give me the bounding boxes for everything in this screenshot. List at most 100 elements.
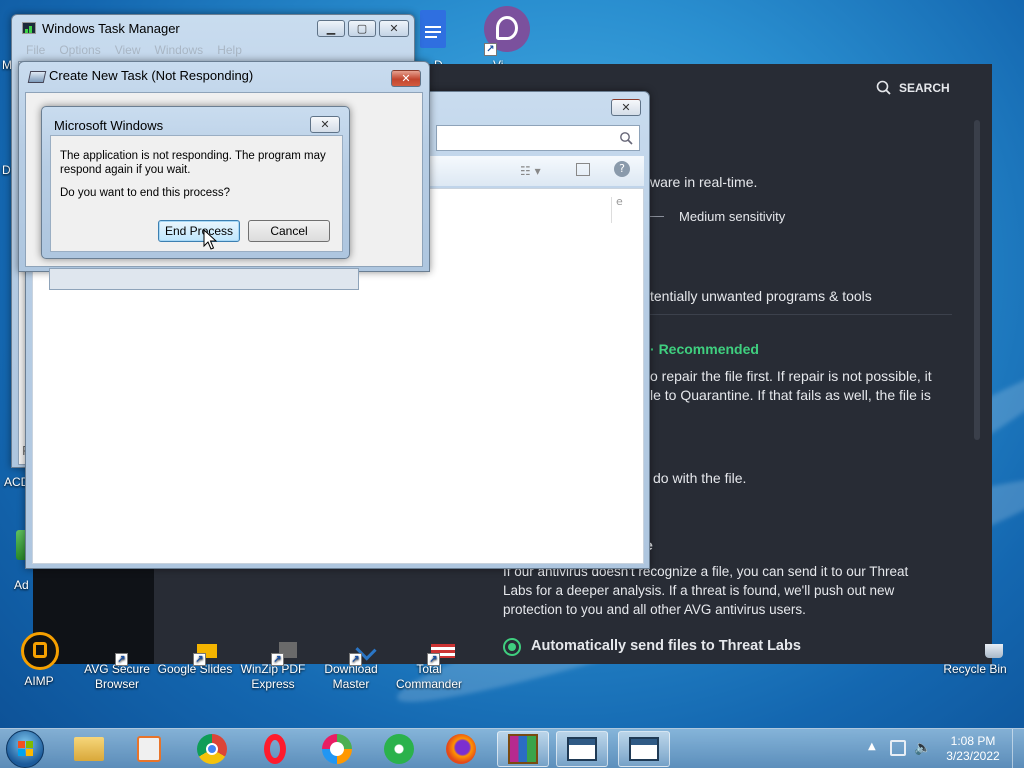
preview-pane-icon[interactable] — [576, 163, 590, 176]
repair-text-line2: le to Quarantine. If that fails as well,… — [650, 387, 931, 403]
clock-time: 1:08 PM — [950, 734, 996, 748]
download-master-icon: ↗ — [331, 639, 377, 666]
menu-view[interactable]: View — [115, 43, 141, 57]
explorer-close-button[interactable]: ✕ — [611, 99, 641, 116]
start-button[interactable] — [6, 730, 44, 768]
auto-send-radio[interactable] — [503, 638, 521, 656]
viber-icon[interactable]: ↗ — [482, 6, 532, 58]
dialog-message: The application is not responding. The p… — [60, 149, 326, 177]
dialog-title: Microsoft Windows — [54, 118, 164, 133]
taskbar-window-2[interactable] — [618, 731, 670, 767]
recycle-bin-label: Recycle Bin — [943, 662, 1007, 676]
sensitivity-slider-track[interactable] — [650, 216, 664, 217]
taskbar-media-player[interactable] — [123, 731, 175, 767]
search-icon — [876, 80, 891, 95]
taskbar-icq[interactable] — [373, 731, 425, 767]
avg-realtime-text: ware in real-time. — [650, 174, 758, 190]
close-button[interactable]: ✕ — [379, 20, 409, 37]
repair-text-line1: o repair the file first. If repair is no… — [650, 368, 932, 384]
desktop-icon-recycle-bin[interactable]: Recycle Bin — [933, 644, 1017, 677]
taskbar-avg-browser[interactable] — [311, 731, 363, 767]
menu-windows[interactable]: Windows — [155, 43, 204, 57]
explorer-toolbar: ☷ ▾ ? — [428, 156, 644, 186]
dialog-client: The application is not responding. The p… — [50, 135, 343, 252]
avg-scrollbar[interactable] — [974, 120, 980, 440]
view-options-icon[interactable]: ☷ ▾ — [520, 164, 541, 178]
avg-search-label: SEARCH — [899, 81, 950, 95]
desktop-icon-winzip-pdf-express[interactable]: ↗ WinZip PDF Express — [231, 642, 315, 692]
system-clock[interactable]: 1:08 PM 3/23/2022 — [940, 734, 1006, 764]
winrar-icon — [508, 734, 538, 764]
aimp-icon — [19, 632, 59, 672]
create-task-title: Create New Task (Not Responding) — [49, 68, 254, 83]
network-icon[interactable] — [890, 740, 906, 756]
taskbar-winrar[interactable] — [497, 731, 549, 767]
taskbar-explorer[interactable] — [63, 731, 115, 767]
explorer-search-box[interactable] — [436, 125, 640, 151]
winzip-pdf-express-label: WinZip PDF Express — [240, 662, 306, 691]
show-hidden-icons-button[interactable]: ▲ — [868, 741, 876, 752]
cancel-button[interactable]: Cancel — [248, 220, 330, 242]
download-master-label: Download Master — [324, 662, 378, 691]
menu-options[interactable]: Options — [59, 43, 100, 57]
taskbar-firefox[interactable] — [435, 731, 487, 767]
aimp-label: AIMP — [24, 674, 54, 688]
threat-labs-text-line2: Labs for a deeper analysis. If a threat … — [503, 583, 895, 598]
media-player-icon — [137, 736, 161, 762]
task-window-1-icon — [567, 737, 597, 761]
mouse-cursor-icon — [203, 229, 217, 250]
google-slides-icon: ↗ — [175, 644, 217, 666]
avg-secure-browser-label: AVG Secure Browser — [84, 662, 150, 691]
help-icon[interactable]: ? — [614, 161, 630, 177]
taskbar-window-1[interactable] — [556, 731, 608, 767]
taskbar-chrome[interactable] — [186, 731, 238, 767]
desktop-icon-aimp[interactable]: AIMP — [0, 632, 81, 689]
dialog-message-line2: respond again if you wait. — [60, 164, 191, 176]
run-icon — [27, 71, 47, 83]
volume-icon[interactable]: 🔈 — [914, 740, 931, 756]
menu-help[interactable]: Help — [217, 43, 242, 57]
menu-file[interactable]: File — [26, 43, 45, 57]
dialog-close-button[interactable]: ✕ — [310, 116, 340, 133]
explorer-partial-text: e — [616, 195, 623, 208]
avg-search-button[interactable]: SEARCH — [876, 80, 950, 96]
explorer-icon — [74, 737, 104, 761]
recommended-label: · Recommended — [650, 341, 759, 357]
total-commander-label: Total Commander — [395, 662, 463, 691]
firefox-icon — [446, 734, 476, 764]
taskbar-opera[interactable] — [249, 731, 301, 767]
end-process-button[interactable]: End Process — [158, 220, 240, 242]
dialog-question: Do you want to end this process? — [60, 187, 231, 199]
maximize-button[interactable]: ▢ — [348, 20, 376, 37]
clock-date: 3/23/2022 — [946, 749, 1000, 763]
recycle-bin-icon — [955, 644, 1003, 660]
auto-send-label[interactable]: Automatically send files to Threat Labs — [531, 638, 801, 654]
avg-browser-icon — [322, 734, 352, 764]
opera-icon — [264, 734, 286, 764]
icq-icon — [384, 734, 414, 764]
avg-browser-shortcut-icon: ↗ — [97, 646, 137, 666]
google-docs-icon[interactable] — [418, 10, 448, 54]
avg-pup-text: tentially unwanted programs & tools — [650, 288, 872, 304]
search-icon — [620, 132, 633, 145]
desktop-icon-google-slides[interactable]: ↗ Google Slides — [153, 644, 237, 677]
not-responding-dialog: Microsoft Windows ✕ The application is n… — [41, 106, 350, 259]
create-task-partial-field — [49, 268, 359, 290]
taskbar: ▲ 🔈 1:08 PM 3/23/2022 — [0, 728, 1024, 768]
show-desktop-button[interactable] — [1012, 729, 1024, 768]
winzip-pdf-icon: ↗ — [253, 642, 297, 666]
sensitivity-label: Medium sensitivity — [679, 209, 786, 224]
desktop-label-partial-ad: Ad — [14, 578, 29, 592]
desktop-label-partial-d: D — [2, 163, 11, 177]
minimize-button[interactable]: ▁ — [317, 20, 345, 37]
do-with-file-text: do with the file. — [653, 470, 747, 486]
task-manager-title: Windows Task Manager — [42, 21, 180, 36]
desktop-icon-avg-secure-browser[interactable]: ↗ AVG Secure Browser — [75, 653, 159, 692]
desktop-icon-total-commander[interactable]: ↗ Total Commander — [387, 644, 471, 692]
chrome-icon — [197, 734, 227, 764]
shortcut-arrow-icon: ↗ — [484, 43, 497, 56]
avg-divider — [650, 314, 952, 315]
create-task-close-button[interactable]: ✕ — [391, 70, 421, 87]
desktop-icon-download-master[interactable]: ↗ Download Master — [309, 639, 393, 692]
total-commander-icon: ↗ — [409, 644, 455, 666]
